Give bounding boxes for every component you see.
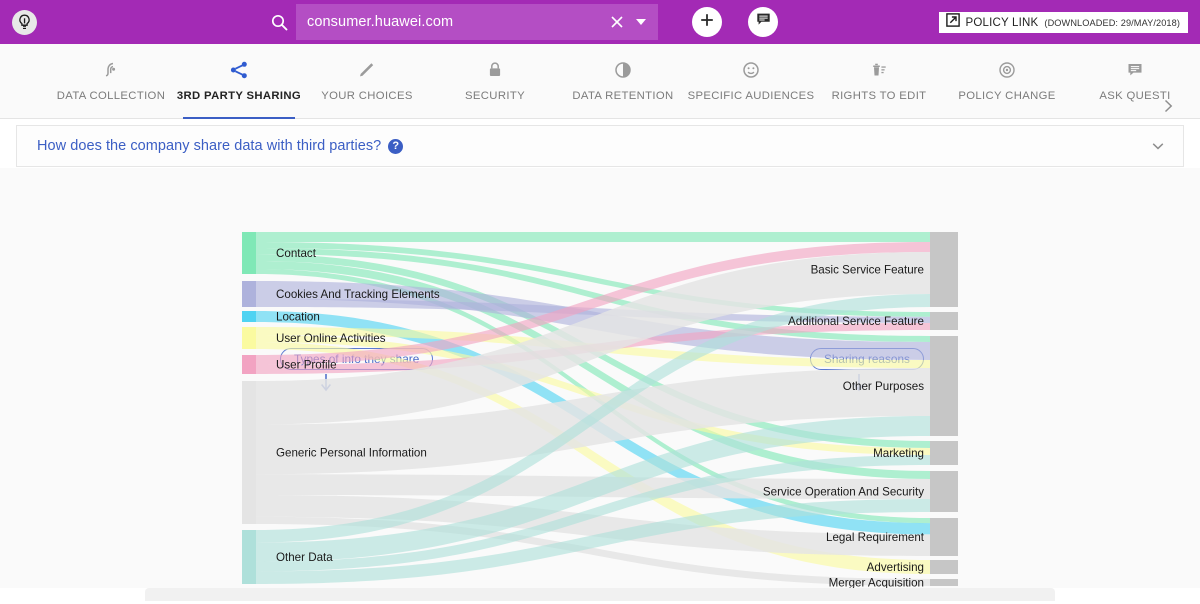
sankey-node[interactable] [930,560,958,574]
tabs-next-button[interactable] [1158,98,1178,118]
app-logo[interactable] [12,10,37,35]
tab-label: DATA COLLECTION [56,90,166,102]
tab-security[interactable]: SECURITY [431,44,559,119]
search-input[interactable]: consumer.huawei.com [296,4,658,40]
tab-label: SPECIFIC AUDIENCES [687,90,815,102]
target-icon [996,58,1018,82]
sankey-node[interactable] [242,327,256,349]
search-input-value: consumer.huawei.com [307,14,454,30]
sankey-node-label: User Profile [276,359,337,372]
policy-link-label: POLICY LINK [965,16,1039,29]
sankey-node[interactable] [242,530,256,584]
chat-icon [756,12,771,32]
scroll-panel-edge [145,588,1055,601]
sankey-node[interactable] [930,232,958,307]
sankey-node-label: Marketing [873,447,924,460]
tab-3rd-party-sharing[interactable]: 3RD PARTY SHARING [175,44,303,119]
sankey-node-label: Other Purposes [843,380,924,393]
sankey-node-label: Service Operation And Security [763,486,924,499]
tab-list: DATA COLLECTION 3RD PARTY SHARING YOUR C… [47,44,1199,119]
tab-your-choices[interactable]: YOUR CHOICES [303,44,431,119]
sankey-node-label: Legal Requirement [826,531,925,544]
policy-link-button[interactable]: POLICY LINK (DOWNLOADED: 29/MAY/2018) [939,12,1188,33]
tab-data-retention[interactable]: DATA RETENTION [559,44,687,119]
sankey-node[interactable] [242,355,256,374]
chevron-right-icon [1162,98,1175,119]
sankey-node[interactable] [930,518,958,556]
feedback-button[interactable] [748,7,778,37]
sankey-node-label: Other Data [276,551,333,564]
sankey-node[interactable] [930,312,958,330]
add-button[interactable] [692,7,722,37]
plus-icon [699,12,715,33]
ear-listen-icon [100,58,122,82]
tab-label: DATA RETENTION [572,90,674,102]
lock-icon [484,58,506,82]
sankey-node-label: Basic Service Feature [811,264,924,277]
tab-label: 3RD PARTY SHARING [176,90,302,102]
tab-label: POLICY CHANGE [958,90,1056,102]
search-bar: consumer.huawei.com [262,4,658,40]
tab-specific-audiences[interactable]: SPECIFIC AUDIENCES [687,44,815,119]
clock-icon [612,58,634,82]
pencil-icon [356,58,378,82]
page-bottom-strip [0,588,1200,604]
policy-link-downloaded-date: (DOWNLOADED: 29/MAY/2018) [1044,17,1180,28]
sankey-node[interactable] [930,336,958,436]
tab-rights-to-edit[interactable]: RIGHTS TO EDIT [815,44,943,119]
external-link-icon [946,13,961,32]
sankey-node[interactable] [930,579,958,586]
sankey-svg: Contact Cookies And Tracking Elements Loca… [242,232,958,589]
help-icon[interactable]: ? [388,138,404,154]
close-icon[interactable] [606,11,628,33]
sankey-node[interactable] [242,281,256,307]
sankey-node-label: Cookies And Tracking Elements [276,288,440,301]
sankey-node[interactable] [930,471,958,512]
tab-label: RIGHTS TO EDIT [831,90,927,102]
chat-icon [1124,58,1146,82]
sankey-node-label: Contact [276,247,317,260]
tab-ask-questions[interactable]: ASK QUESTI [1071,44,1199,119]
tab-label: SECURITY [465,90,525,102]
sankey-node[interactable] [242,311,256,322]
tab-policy-change[interactable]: POLICY CHANGE [943,44,1071,119]
sankey-node-label: User Online Activities [276,332,386,345]
sankey-node[interactable] [242,381,256,524]
sankey-node-label: Generic Personal Information [276,447,427,460]
category-tabbar: DATA COLLECTION 3RD PARTY SHARING YOUR C… [0,44,1200,119]
share-icon [228,58,250,82]
smiley-icon [740,58,762,82]
question-accordion-header[interactable]: How does the company share data with thi… [16,125,1184,167]
search-icon[interactable] [262,4,296,40]
sankey-node-label: Merger Acquisition [829,577,924,589]
question-text: How does the company share data with thi… [37,138,382,154]
sankey-chart: Types of info they share Sharing reasons… [0,168,1200,588]
chevron-down-icon[interactable] [632,11,650,33]
sankey-node-label: Location [276,311,320,324]
sankey-node-label: Additional Service Feature [788,315,924,328]
chevron-down-icon[interactable] [1149,137,1167,155]
tab-data-collection[interactable]: DATA COLLECTION [47,44,175,119]
trash-list-icon [868,58,890,82]
tab-label: YOUR CHOICES [321,90,413,102]
app-header: consumer.huawei.com POLICY LINK (DOWNLOA… [0,0,1200,44]
sankey-node[interactable] [930,441,958,465]
sankey-node[interactable] [242,232,256,274]
sankey-node-label: Advertising [867,561,924,574]
sankey-link[interactable] [256,232,930,242]
lightbulb-icon [17,14,32,31]
